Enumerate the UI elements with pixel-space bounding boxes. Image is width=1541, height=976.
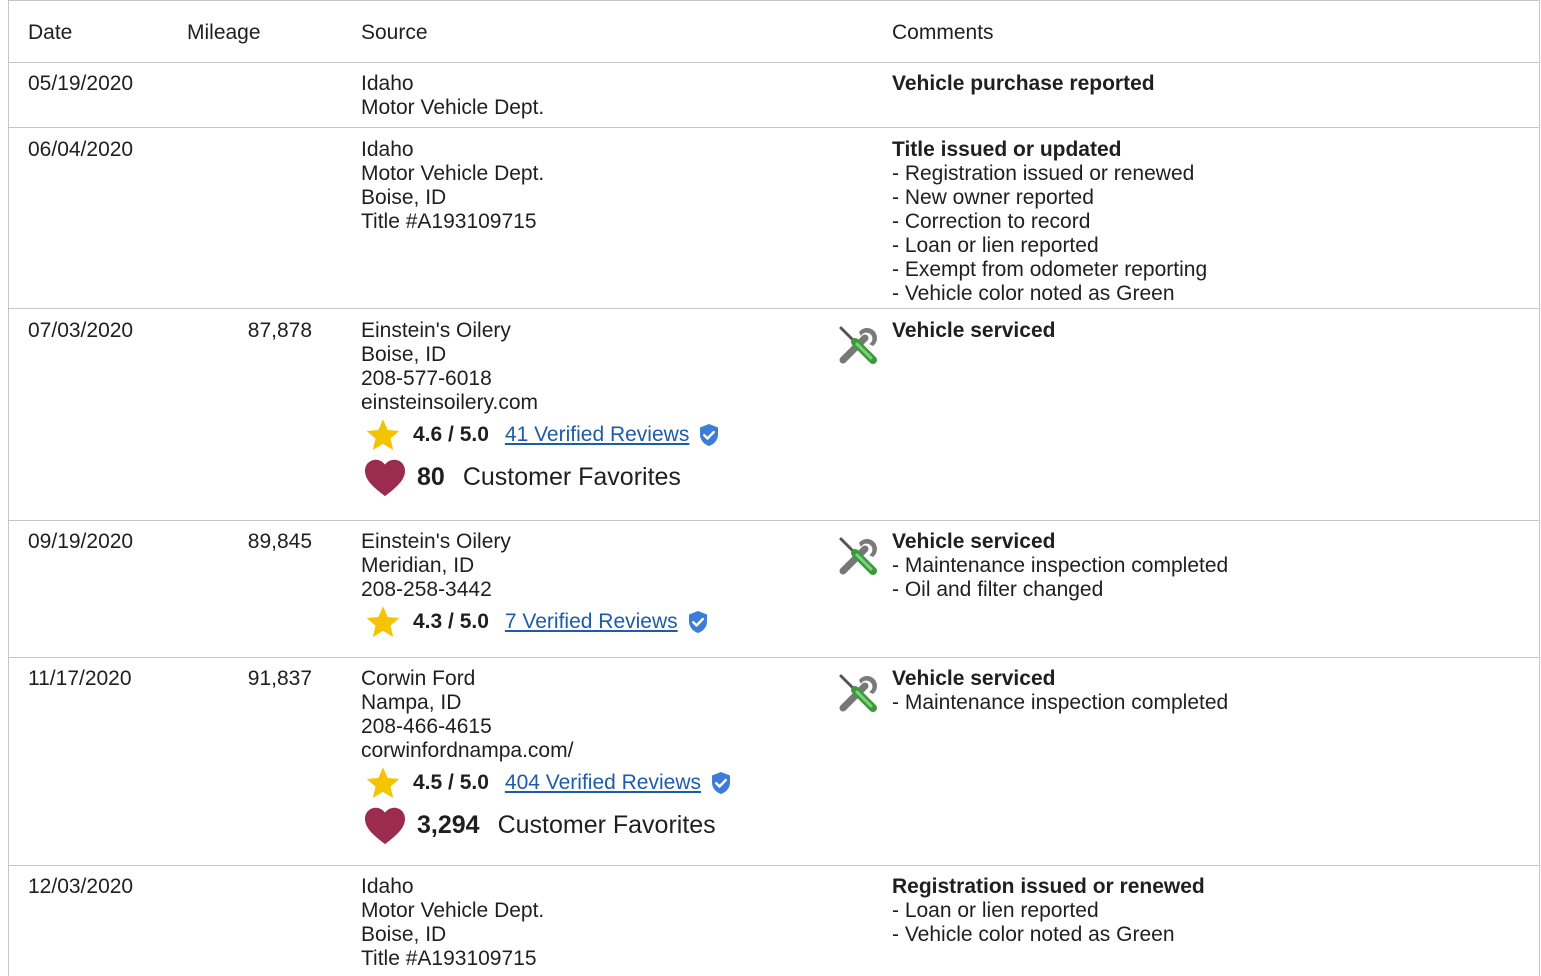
verified-check-icon <box>700 424 719 446</box>
row-source: Einstein's Oilery Boise, ID 208-577-6018… <box>361 319 721 499</box>
table-row: 07/03/2020 87,878 Einstein's Oilery Bois… <box>9 309 1539 521</box>
table-row: 12/03/2020 Idaho Motor Vehicle Dept. Boi… <box>9 866 1539 976</box>
comment-item: - Registration issued or renewed <box>892 162 1195 185</box>
source-column-header: Source <box>361 21 428 44</box>
verified-check-icon <box>712 772 730 794</box>
shop-rating: 4.6 / 5.0 41 Verified Reviews <box>361 417 721 453</box>
rating-score: 4.6 / 5.0 <box>413 423 489 446</box>
verified-check-icon <box>688 611 707 633</box>
source-line: 208-258-3442 <box>361 578 492 601</box>
comment-item: - Vehicle color noted as Green <box>892 923 1175 946</box>
favorites-label: Customer Favorites <box>497 811 716 839</box>
wrench-screwdriver-icon <box>839 326 877 364</box>
table-row: 09/19/2020 89,845 Einstein's Oilery Meri… <box>9 521 1539 658</box>
comment-item: - Vehicle color noted as Green <box>892 282 1175 305</box>
comment-item: - Loan or lien reported <box>892 234 1099 257</box>
shop-rating: 4.5 / 5.0 404 Verified Reviews <box>361 765 733 801</box>
source-line: 208-577-6018 <box>361 367 492 390</box>
source-line: Idaho <box>361 875 414 898</box>
source-line: Idaho <box>361 138 414 161</box>
heart-icon <box>365 807 405 845</box>
row-comments: Vehicle purchase reported <box>892 72 1155 96</box>
source-line: Motor Vehicle Dept. <box>361 162 545 185</box>
source-line: Corwin Ford <box>361 667 476 690</box>
row-mileage: 89,845 <box>247 530 312 553</box>
comment-item: - Maintenance inspection completed <box>892 691 1229 714</box>
comment-title: Vehicle purchase reported <box>892 72 1155 95</box>
source-line: Idaho <box>361 72 414 95</box>
row-date: 11/17/2020 <box>28 667 132 690</box>
mileage-column-header: Mileage <box>187 21 261 44</box>
comment-item: - Oil and filter changed <box>892 578 1104 601</box>
wrench-screwdriver-icon <box>839 537 877 575</box>
source-line: Motor Vehicle Dept. <box>361 899 545 922</box>
source-line: corwinfordnampa.com/ <box>361 739 574 762</box>
comment-title: Title issued or updated <box>892 138 1122 161</box>
row-date: 12/03/2020 <box>28 875 134 898</box>
row-date: 09/19/2020 <box>28 530 134 553</box>
favorites-count: 80 <box>417 463 445 491</box>
row-source: Idaho Motor Vehicle Dept. Boise, ID Titl… <box>361 875 544 971</box>
source-line: Motor Vehicle Dept. <box>361 96 545 119</box>
date-column-header: Date <box>28 21 73 44</box>
table-header: Date Mileage Source Comments <box>9 1 1539 63</box>
verified-reviews-link[interactable]: 41 Verified Reviews <box>505 423 689 447</box>
comment-item: - Loan or lien reported <box>892 899 1099 922</box>
source-line: Einstein's Oilery <box>361 319 511 342</box>
customer-favorites: 80 Customer Favorites <box>361 455 721 499</box>
source-line: Title #A193109715 <box>361 210 537 233</box>
comment-item: - Correction to record <box>892 210 1091 233</box>
star-icon <box>366 419 400 450</box>
table-row: 05/19/2020 Idaho Motor Vehicle Dept. Veh… <box>9 63 1539 128</box>
row-comments: Registration issued or renewed - Loan or… <box>892 875 1205 947</box>
comment-item: - Exempt from odometer reporting <box>892 258 1208 281</box>
wrench-screwdriver-icon <box>839 674 877 712</box>
comment-title: Vehicle serviced <box>892 319 1056 342</box>
star-icon <box>366 606 400 637</box>
vehicle-history-table: Date Mileage Source Comments 05/19/2020 … <box>8 0 1540 976</box>
comments-column-header: Comments <box>892 21 994 44</box>
row-source: Idaho Motor Vehicle Dept. Boise, ID Titl… <box>361 138 544 234</box>
rating-score: 4.3 / 5.0 <box>413 610 489 633</box>
verified-reviews-link[interactable]: 7 Verified Reviews <box>505 610 678 634</box>
row-comments: Vehicle serviced - Maintenance inspectio… <box>892 667 1228 715</box>
row-mileage: 87,878 <box>247 319 312 342</box>
star-icon <box>366 767 400 798</box>
source-line: Einstein's Oilery <box>361 530 511 553</box>
table-row: 11/17/2020 91,837 Corwin Ford Nampa, ID … <box>9 658 1539 866</box>
source-line: 208-466-4615 <box>361 715 492 738</box>
row-date: 07/03/2020 <box>28 319 134 342</box>
source-line: Meridian, ID <box>361 554 475 577</box>
favorites-count: 3,294 <box>417 811 480 839</box>
row-date: 06/04/2020 <box>28 138 134 161</box>
table-row: 06/04/2020 Idaho Motor Vehicle Dept. Boi… <box>9 128 1539 309</box>
rating-score: 4.5 / 5.0 <box>413 771 489 794</box>
comment-title: Registration issued or renewed <box>892 875 1205 898</box>
verified-reviews-link[interactable]: 404 Verified Reviews <box>505 771 701 795</box>
row-comments: Vehicle serviced - Maintenance inspectio… <box>892 530 1228 602</box>
source-line: Title #A193109715 <box>361 947 537 970</box>
source-line: Boise, ID <box>361 343 447 366</box>
comment-title: Vehicle serviced <box>892 667 1056 690</box>
source-line: Boise, ID <box>361 923 447 946</box>
row-comments: Title issued or updated - Registration i… <box>892 138 1207 306</box>
row-source: Corwin Ford Nampa, ID 208-466-4615 corwi… <box>361 667 733 847</box>
row-comments: Vehicle serviced <box>892 319 1055 343</box>
customer-favorites: 3,294 Customer Favorites <box>361 803 733 847</box>
shop-rating: 4.3 / 5.0 7 Verified Reviews <box>361 604 710 640</box>
heart-icon <box>365 459 405 497</box>
comment-item: - Maintenance inspection completed <box>892 554 1229 577</box>
row-mileage: 91,837 <box>247 667 312 690</box>
row-source: Einstein's Oilery Meridian, ID 208-258-3… <box>361 530 710 640</box>
comment-item: - New owner reported <box>892 186 1094 209</box>
source-line: Boise, ID <box>361 186 447 209</box>
row-source: Idaho Motor Vehicle Dept. <box>361 72 544 120</box>
row-date: 05/19/2020 <box>28 72 134 95</box>
source-line: einsteinsoilery.com <box>361 391 539 414</box>
comment-title: Vehicle serviced <box>892 530 1056 553</box>
favorites-label: Customer Favorites <box>462 463 681 491</box>
source-line: Nampa, ID <box>361 691 462 714</box>
